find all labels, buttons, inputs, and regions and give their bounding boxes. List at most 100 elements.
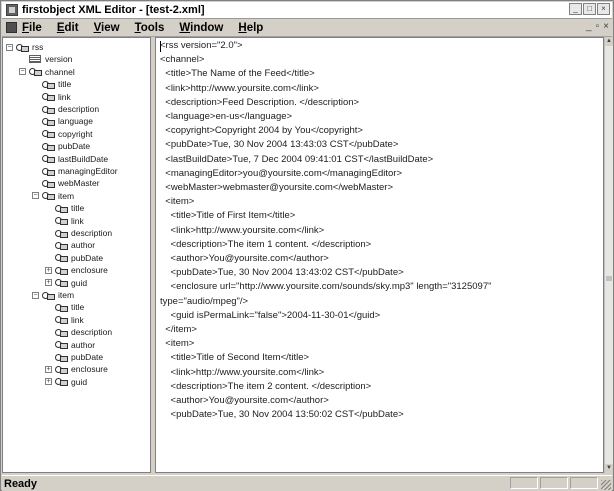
code-line[interactable]: <author>You@yoursite.com</author> — [160, 252, 329, 266]
element-node-icon — [55, 303, 68, 312]
tree-node-label: pubDate — [71, 352, 104, 362]
tree-node-label: language — [58, 116, 93, 127]
title-bar[interactable]: firstobject XML Editor - [test-2.xml] _ … — [2, 2, 612, 19]
code-line[interactable]: <pubDate>Tue, 30 Nov 2004 13:43:03 CST</… — [160, 138, 398, 152]
code-line[interactable]: <link>http://www.yoursite.com</link> — [160, 366, 325, 380]
code-line[interactable]: <link>http://www.yoursite.com</link> — [160, 224, 325, 238]
code-line[interactable]: <enclosure url="http://www.yoursite.com/… — [160, 280, 492, 294]
element-node-icon — [42, 154, 55, 164]
tree-node[interactable]: − rss — [6, 41, 43, 53]
tree-node[interactable]: webMaster — [32, 177, 100, 189]
code-line[interactable]: </item> — [160, 323, 197, 337]
collapse-icon[interactable]: − — [32, 192, 39, 200]
tree-node[interactable]: pubDate — [45, 252, 103, 264]
code-line[interactable]: <channel> — [160, 53, 204, 67]
tree-node[interactable]: title — [45, 202, 84, 214]
tree-node[interactable]: language — [32, 115, 93, 127]
maximize-button[interactable]: □ — [583, 3, 596, 15]
tree-node[interactable]: author — [45, 339, 95, 351]
element-node-icon — [55, 229, 68, 238]
expand-icon[interactable]: + — [45, 279, 52, 287]
app-icon[interactable] — [6, 4, 18, 16]
tree-node[interactable]: + enclosure — [45, 363, 108, 375]
tree-node[interactable]: description — [32, 103, 99, 115]
code-line[interactable]: <pubDate>Tue, 30 Nov 2004 13:43:02 CST</… — [160, 266, 404, 280]
vertical-scrollbar[interactable]: ▲ ▼ — [604, 37, 613, 473]
code-line[interactable]: <lastBuildDate>Tue, 7 Dec 2004 09:41:01 … — [160, 153, 433, 167]
tree-node[interactable]: − channel — [19, 66, 75, 78]
code-line[interactable]: <item> — [160, 337, 194, 351]
doc-minimize-button[interactable]: _ — [586, 21, 592, 32]
collapse-icon[interactable]: − — [6, 43, 13, 51]
tree-node[interactable]: link — [45, 314, 84, 326]
element-node-icon — [55, 278, 68, 288]
code-line[interactable]: <rss version="2.0"> — [160, 39, 243, 53]
tree-node[interactable]: description — [45, 326, 112, 338]
tree-node[interactable]: title — [45, 301, 84, 313]
resize-grip-icon[interactable] — [601, 480, 611, 490]
collapse-icon[interactable]: − — [32, 291, 39, 299]
code-line[interactable]: <item> — [160, 195, 194, 209]
element-node-icon — [42, 80, 55, 89]
code-line[interactable]: <title>Title of Second Item</title> — [160, 351, 310, 365]
app-window: firstobject XML Editor - [test-2.xml] _ … — [0, 0, 614, 491]
menu-help[interactable]: Help — [238, 22, 263, 34]
tree-node[interactable]: version — [19, 53, 72, 65]
menu-edit[interactable]: Edit — [57, 22, 79, 34]
tree-node-label: title — [71, 203, 85, 214]
tree-node[interactable]: + enclosure — [45, 264, 108, 276]
tree-node[interactable]: title — [32, 78, 71, 90]
code-line[interactable]: <language>en-us</language> — [160, 110, 292, 124]
tree-node[interactable]: pubDate — [45, 351, 103, 363]
code-line[interactable]: type="audio/mpeg"/> — [160, 295, 248, 309]
code-line[interactable]: <guid isPermaLink="false">2004-11-30-01<… — [160, 309, 381, 323]
expand-icon[interactable]: + — [45, 378, 52, 386]
tree-node[interactable]: link — [45, 215, 84, 227]
expand-icon[interactable]: + — [45, 365, 52, 373]
document-icon[interactable] — [6, 22, 17, 33]
tree-node-label: link — [71, 314, 84, 325]
menu-view[interactable]: View — [94, 22, 120, 34]
tree-node[interactable]: link — [32, 91, 71, 103]
tree-node[interactable]: − item — [32, 190, 74, 202]
element-node-icon — [55, 315, 68, 325]
code-line[interactable]: <title>The Name of the Feed</title> — [160, 67, 314, 81]
code-line[interactable]: <description>Feed Description. </descrip… — [160, 96, 359, 110]
collapse-icon[interactable]: − — [19, 68, 26, 76]
tree-node[interactable]: managingEditor — [32, 165, 118, 177]
doc-close-button[interactable]: × — [603, 21, 609, 32]
element-node-icon — [16, 43, 29, 52]
scroll-up-arrow-icon[interactable]: ▲ — [605, 37, 613, 46]
xml-editor[interactable]: <rss version="2.0"> <channel> <title>The … — [155, 37, 604, 473]
menu-file[interactable]: File — [22, 22, 42, 34]
minimize-button[interactable]: _ — [569, 3, 582, 15]
doc-restore-button[interactable]: ▫ — [596, 21, 600, 32]
tree-view[interactable]: − rss version − channel title link description l… — [2, 37, 151, 473]
code-line[interactable]: <managingEditor>you@yoursite.com</managi… — [160, 167, 402, 181]
tree-node[interactable]: author — [45, 239, 95, 251]
tree-node[interactable]: lastBuildDate — [32, 153, 108, 165]
code-line[interactable]: <description>The item 1 content. </descr… — [160, 238, 372, 252]
code-line[interactable]: <webMaster>webmaster@yoursite.com</webMa… — [160, 181, 393, 195]
scroll-down-arrow-icon[interactable]: ▼ — [605, 464, 613, 473]
scroll-thumb[interactable] — [606, 276, 612, 281]
tree-node-label: item — [58, 290, 75, 300]
tree-node[interactable]: + guid — [45, 277, 87, 289]
tree-node[interactable]: copyright — [32, 128, 93, 140]
close-button[interactable]: × — [597, 3, 610, 15]
tree-node[interactable]: − item — [32, 289, 74, 301]
menu-tools[interactable]: Tools — [135, 22, 165, 34]
tree-node[interactable]: pubDate — [32, 140, 90, 152]
code-line[interactable]: <link>http://www.yoursite.com</link> — [160, 82, 319, 96]
expand-icon[interactable]: + — [45, 266, 52, 274]
document-window-controls: _ ▫ × — [586, 21, 609, 32]
menu-window[interactable]: Window — [179, 22, 223, 34]
code-line[interactable]: <description>The item 2 content. </descr… — [160, 380, 372, 394]
code-line[interactable]: <author>You@yoursite.com</author> — [160, 394, 329, 408]
tree-node[interactable]: description — [45, 227, 112, 239]
menu-items: File Edit View Tools Window Help — [22, 22, 278, 34]
code-line[interactable]: <title>Title of First Item</title> — [160, 209, 296, 223]
code-line[interactable]: <pubDate>Tue, 30 Nov 2004 13:50:02 CST</… — [160, 408, 404, 422]
tree-node[interactable]: + guid — [45, 376, 87, 388]
code-line[interactable]: <copyright>Copyright 2004 by You</copyri… — [160, 124, 363, 138]
